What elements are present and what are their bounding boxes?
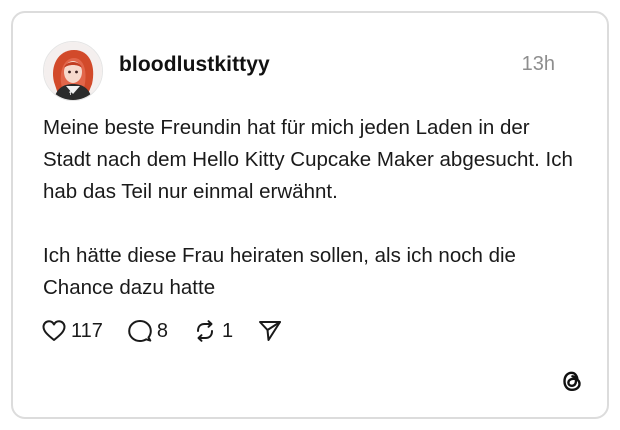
post-paragraph: Ich hätte diese Frau heiraten sollen, al… [43,244,516,299]
post-text: Meine beste Freundin hat für mich jeden … [43,112,583,304]
svg-text:✝: ✝ [68,90,73,97]
username[interactable]: bloodlustkittyy [119,53,270,77]
comment-count: 8 [156,319,169,342]
like-button[interactable]: 117 [41,318,103,344]
post-card[interactable]: ✝ bloodlustkittyy 13h Meine beste Freund… [11,11,609,419]
share-button[interactable] [257,318,283,344]
like-count: 117 [71,319,103,342]
repost-icon [192,318,218,344]
repost-button[interactable]: 1 [192,318,233,344]
heart-icon [41,318,67,344]
threads-logo[interactable] [558,367,586,395]
comment-button[interactable]: 8 [127,318,168,344]
post-paragraph: Meine beste Freundin hat für mich jeden … [43,116,573,203]
action-bar: 117 8 1 [41,316,307,346]
send-icon [257,318,283,344]
repost-count: 1 [222,319,234,342]
post-timestamp: 13h [521,53,555,75]
comment-bubble-icon [127,318,153,344]
avatar[interactable]: ✝ [43,41,103,101]
